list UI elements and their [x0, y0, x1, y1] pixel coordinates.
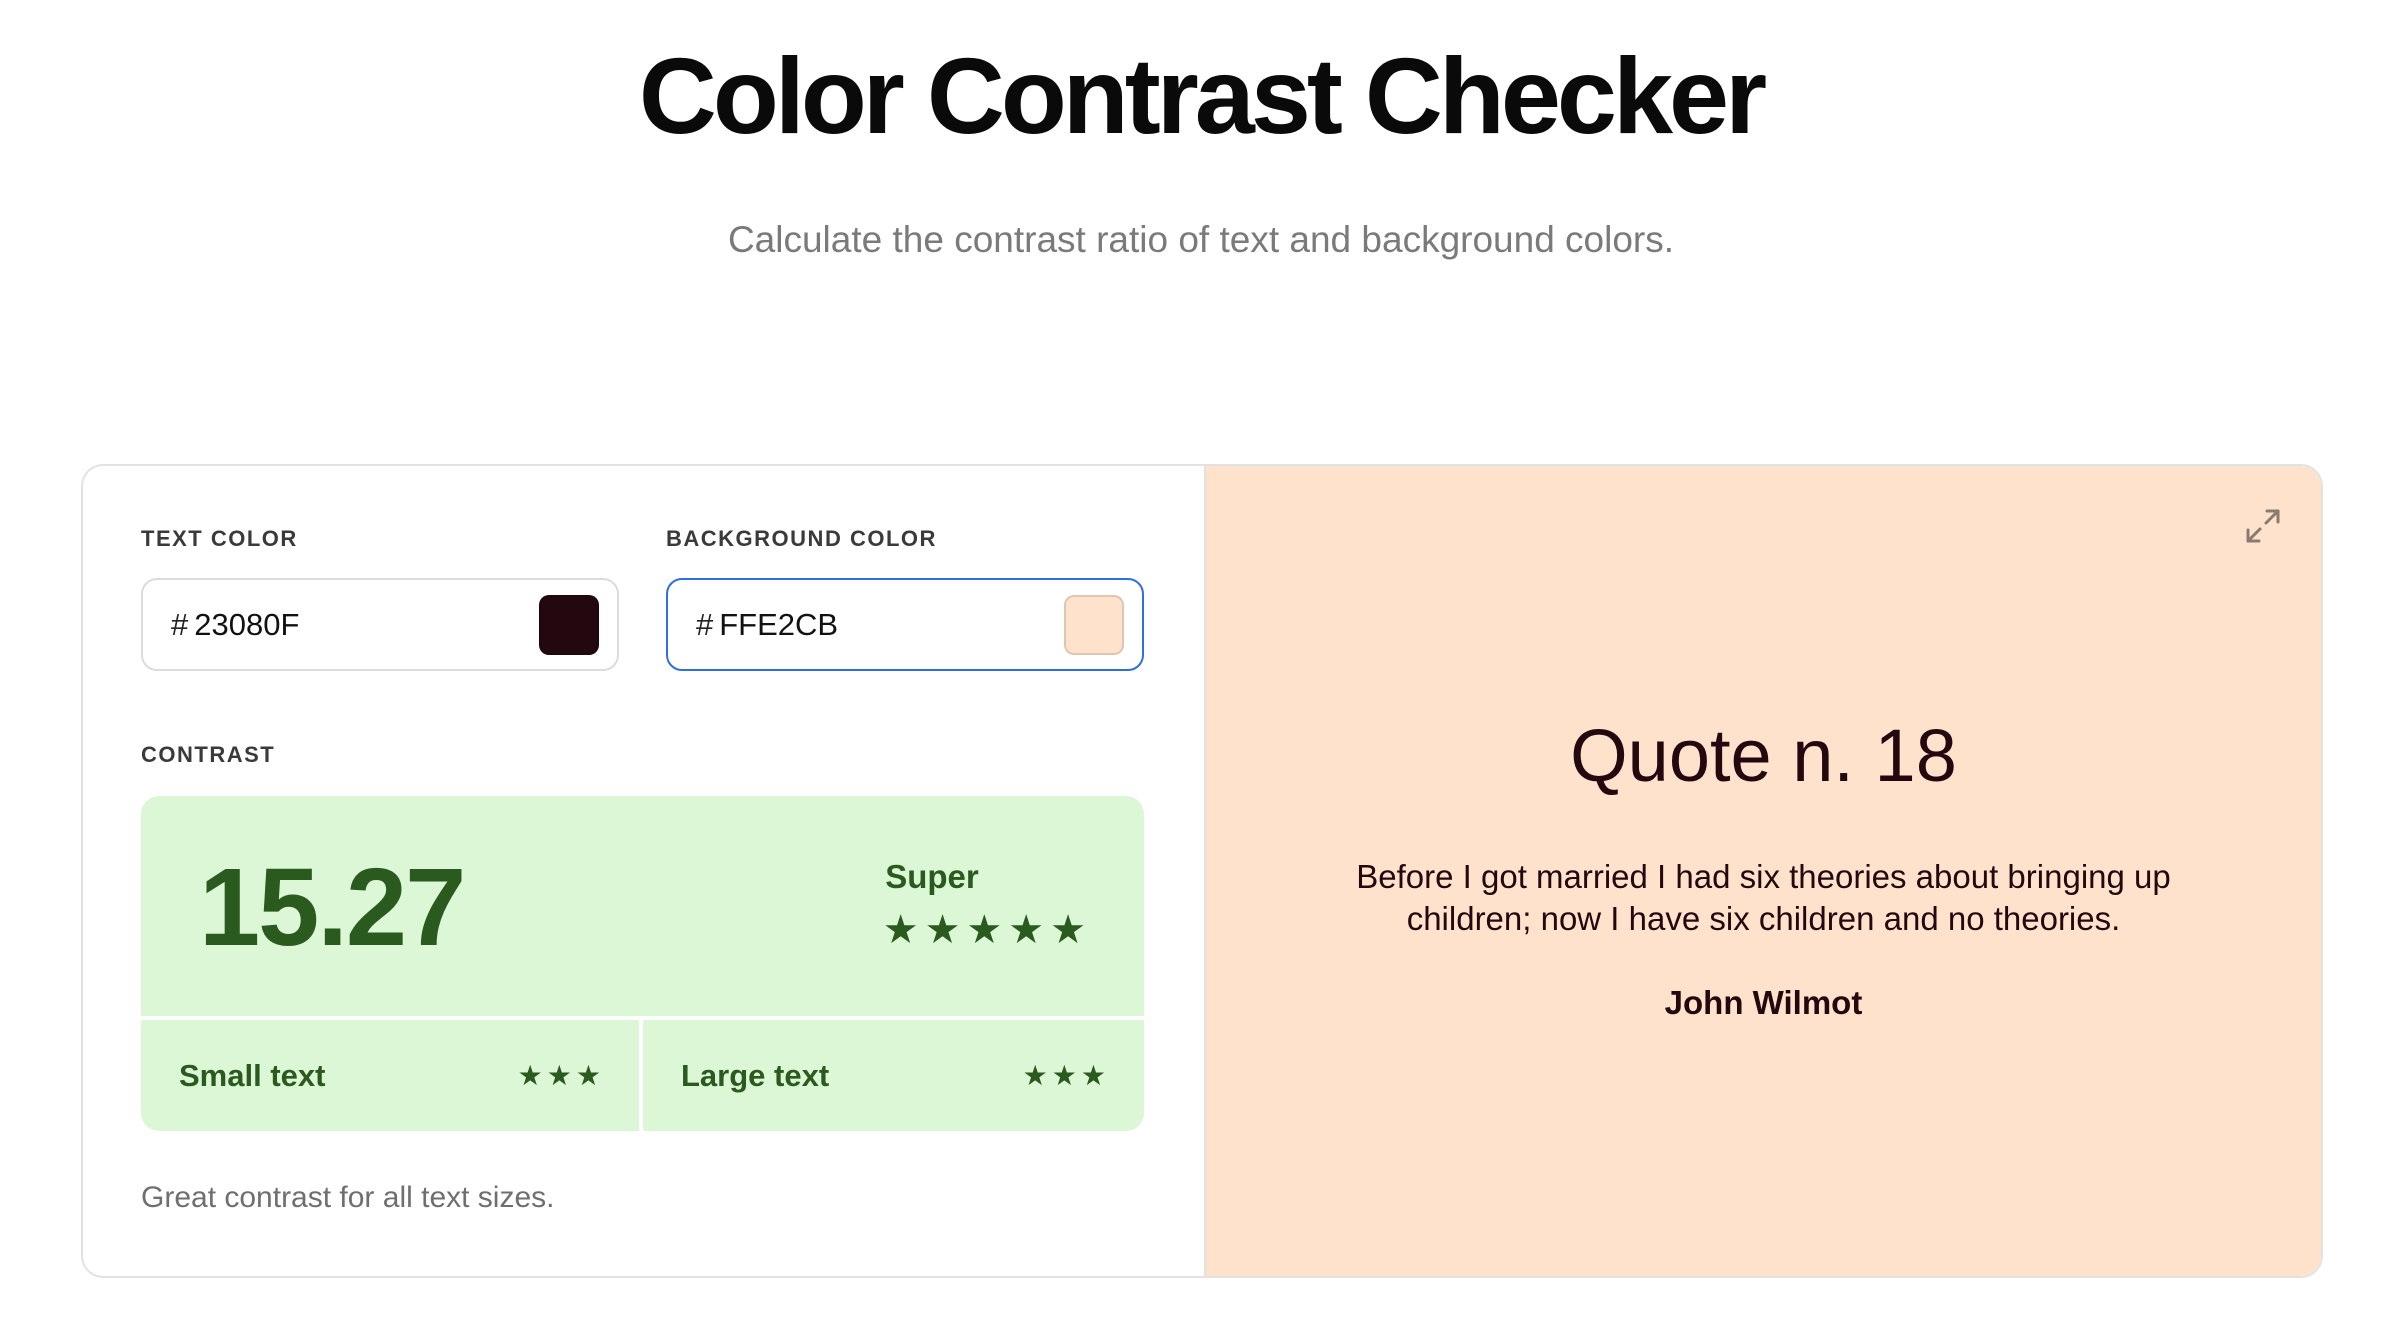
star-icon: ★ — [882, 908, 919, 952]
text-color-input[interactable] — [194, 606, 495, 643]
quote-text: Before I got married I had six theories … — [1356, 858, 2171, 937]
star-icon: ★ — [966, 908, 1003, 952]
rating-stars: ★ ★ ★ ★ ★ — [883, 908, 1086, 952]
contrast-result: 15.27 Super ★ ★ ★ ★ ★ Small text ★ ★ ★ L… — [141, 796, 1144, 1131]
star-icon: ★ — [1080, 1060, 1106, 1091]
controls-panel: TEXT COLOR # BACKGROUND COLOR # CONTRAST… — [83, 466, 1206, 1276]
contrast-rating: Super — [885, 858, 979, 895]
contrast-summary: 15.27 Super ★ ★ ★ ★ ★ — [141, 796, 1144, 1016]
quote-author: John Wilmot — [1664, 984, 1863, 1021]
hash-symbol: # — [171, 606, 189, 642]
star-icon: ★ — [1050, 908, 1086, 952]
text-color-label: TEXT COLOR — [141, 526, 298, 551]
background-color-label: BACKGROUND COLOR — [666, 526, 937, 551]
star-icon: ★ — [546, 1060, 572, 1091]
hash-symbol: # — [696, 606, 714, 642]
page-title: Color Contrast Checker — [638, 35, 1767, 156]
large-text-stars: ★ ★ ★ — [1023, 1059, 1106, 1092]
preview-panel: Quote n. 18 Before I got married I had s… — [1206, 466, 2321, 1276]
text-color-swatch[interactable] — [539, 595, 599, 655]
quote-title: Quote n. 18 — [1570, 714, 1957, 797]
contrast-card: TEXT COLOR # BACKGROUND COLOR # CONTRAST… — [81, 464, 2323, 1278]
small-text-stars: ★ ★ ★ — [518, 1059, 601, 1092]
small-text-rating: Small text ★ ★ ★ — [141, 1020, 639, 1131]
page: Color Contrast Checker Calculate the con… — [0, 0, 2402, 1330]
star-icon: ★ — [1051, 1060, 1077, 1091]
contrast-label: CONTRAST — [141, 742, 276, 767]
large-text-label: Large text — [681, 1057, 830, 1093]
background-color-swatch[interactable] — [1064, 595, 1124, 655]
star-icon: ★ — [924, 908, 961, 952]
star-icon: ★ — [1022, 1060, 1048, 1091]
star-icon: ★ — [575, 1060, 601, 1091]
text-color-field[interactable]: # — [141, 578, 619, 671]
large-text-rating: Large text ★ ★ ★ — [643, 1020, 1144, 1131]
background-color-field[interactable]: # — [666, 578, 1144, 671]
contrast-message: Great contrast for all text sizes. — [141, 1181, 555, 1214]
small-text-label: Small text — [179, 1057, 326, 1093]
background-color-input[interactable] — [719, 606, 1020, 643]
star-icon: ★ — [517, 1060, 543, 1091]
contrast-ratio: 15.27 — [199, 846, 466, 969]
star-icon: ★ — [1008, 908, 1045, 952]
page-subtitle: Calculate the contrast ratio of text and… — [727, 219, 1675, 260]
expand-icon[interactable] — [2243, 506, 2283, 546]
